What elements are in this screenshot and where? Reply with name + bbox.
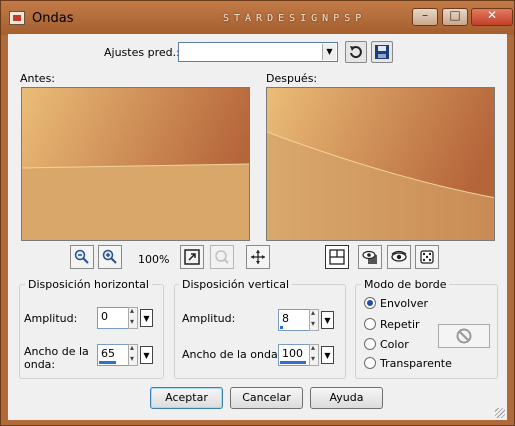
zoom-actual-button[interactable] [210,245,234,269]
fit-preview-button[interactable] [180,245,204,269]
vertical-wavelength-bar [280,361,306,364]
vertical-amplitude-value: 8 [282,312,289,325]
close-button[interactable]: ✕ [471,8,513,26]
reset-preset-button[interactable] [345,41,367,63]
horizontal-amplitude-dropdown[interactable]: ▼ [140,309,153,327]
title-watermark: STARDESIGNPSP [223,13,367,24]
radio-repetir[interactable] [364,318,376,330]
radio-envolver[interactable] [364,297,376,309]
zoom-disabled-icon [215,250,229,264]
radio-color-label[interactable]: Color [380,338,409,351]
toggle-preview-eye-button[interactable] [387,245,411,269]
zoom-out-button[interactable] [70,245,94,269]
no-color-icon [456,328,472,344]
dice-icon [420,250,434,264]
horizontal-amplitude-field[interactable]: 0 [97,307,129,329]
cancel-button[interactable]: Cancelar [230,387,303,409]
split-view-icon [329,249,345,265]
eye-icon [391,250,407,262]
edge-color-swatch[interactable] [438,324,490,348]
radio-repetir-label[interactable]: Repetir [380,318,420,331]
save-preset-button[interactable] [371,41,393,63]
help-button[interactable]: Ayuda [310,387,383,409]
before-label: Antes: [20,72,56,85]
close-icon: ✕ [486,8,498,22]
vertical-wavelength-field[interactable]: 100 [278,344,310,366]
horizontal-wavelength-updown[interactable] [128,343,138,366]
after-preview[interactable] [266,87,495,241]
minimize-button[interactable]: – [412,8,438,26]
maximize-button[interactable]: □ [442,8,468,26]
before-preview[interactable] [21,87,250,241]
presets-label: Ajustes pred.: [104,46,180,59]
edge-mode-title: Modo de borde [361,278,450,291]
fit-window-icon [184,249,200,265]
radio-color[interactable] [364,338,376,350]
pan-button[interactable] [246,245,270,269]
radio-envolver-label[interactable]: Envolver [380,297,428,310]
zoom-out-icon [74,249,89,264]
zoom-level: 100% [138,253,170,266]
vertical-amplitude-label: Amplitud: [182,312,236,325]
minimize-icon: – [422,8,428,22]
horizontal-wavelength-label: Ancho de la onda: [24,345,89,371]
eye-image-icon [362,250,377,264]
save-disk-icon [375,45,389,59]
after-preview-image [267,88,494,240]
horizontal-amplitude-value: 0 [101,310,108,323]
window-title: Ondas [32,11,74,26]
reset-arrow-icon [350,46,362,59]
preview-toggle-button[interactable] [325,245,349,269]
vertical-wavelength-value: 100 [282,347,303,360]
preview-on-image-button[interactable] [358,245,382,269]
vertical-wavelength-updown[interactable] [309,343,319,366]
move-arrows-icon [251,250,265,264]
horizontal-amplitude-label: Amplitud: [24,312,78,325]
after-label: Después: [266,72,318,85]
vertical-group [174,284,346,379]
horizontal-amplitude-updown[interactable] [128,306,138,329]
app-icon [9,11,25,25]
chevron-down-icon[interactable]: ▼ [322,44,336,60]
title-bar[interactable]: Ondas STARDESIGNPSP – □ ✕ [1,1,514,35]
before-preview-image [22,88,249,240]
resize-grip[interactable] [495,408,505,418]
vertical-amplitude-updown[interactable] [309,308,319,331]
vertical-amplitude-dropdown[interactable]: ▼ [321,311,334,329]
presets-combo[interactable]: ▼ [178,42,338,62]
maximize-icon: □ [449,8,461,22]
vertical-amplitude-field[interactable]: 8 [278,309,310,331]
vertical-group-title: Disposición vertical [179,278,293,291]
horizontal-group-title: Disposición horizontal [25,278,152,291]
zoom-in-button[interactable] [98,245,122,269]
horizontal-wavelength-bar [99,361,116,364]
dialog-client: Ajustes pred.: ▼ Antes: Después: 100% Di… [8,34,507,420]
zoom-in-icon [102,249,117,264]
horizontal-wavelength-dropdown[interactable]: ▼ [140,346,153,364]
dialog-window: Ondas STARDESIGNPSP – □ ✕ Ajustes pred.:… [0,0,515,426]
horizontal-wavelength-value: 65 [101,347,115,360]
ok-button[interactable]: Aceptar [150,387,223,409]
randomize-button[interactable] [415,245,439,269]
radio-transparente-label[interactable]: Transparente [380,357,452,370]
vertical-wavelength-dropdown[interactable]: ▼ [321,346,334,364]
horizontal-wavelength-field[interactable]: 65 [97,344,129,366]
vertical-amplitude-bar [280,326,283,329]
radio-transparente[interactable] [364,357,376,369]
vertical-wavelength-label: Ancho de la onda: [182,348,282,361]
